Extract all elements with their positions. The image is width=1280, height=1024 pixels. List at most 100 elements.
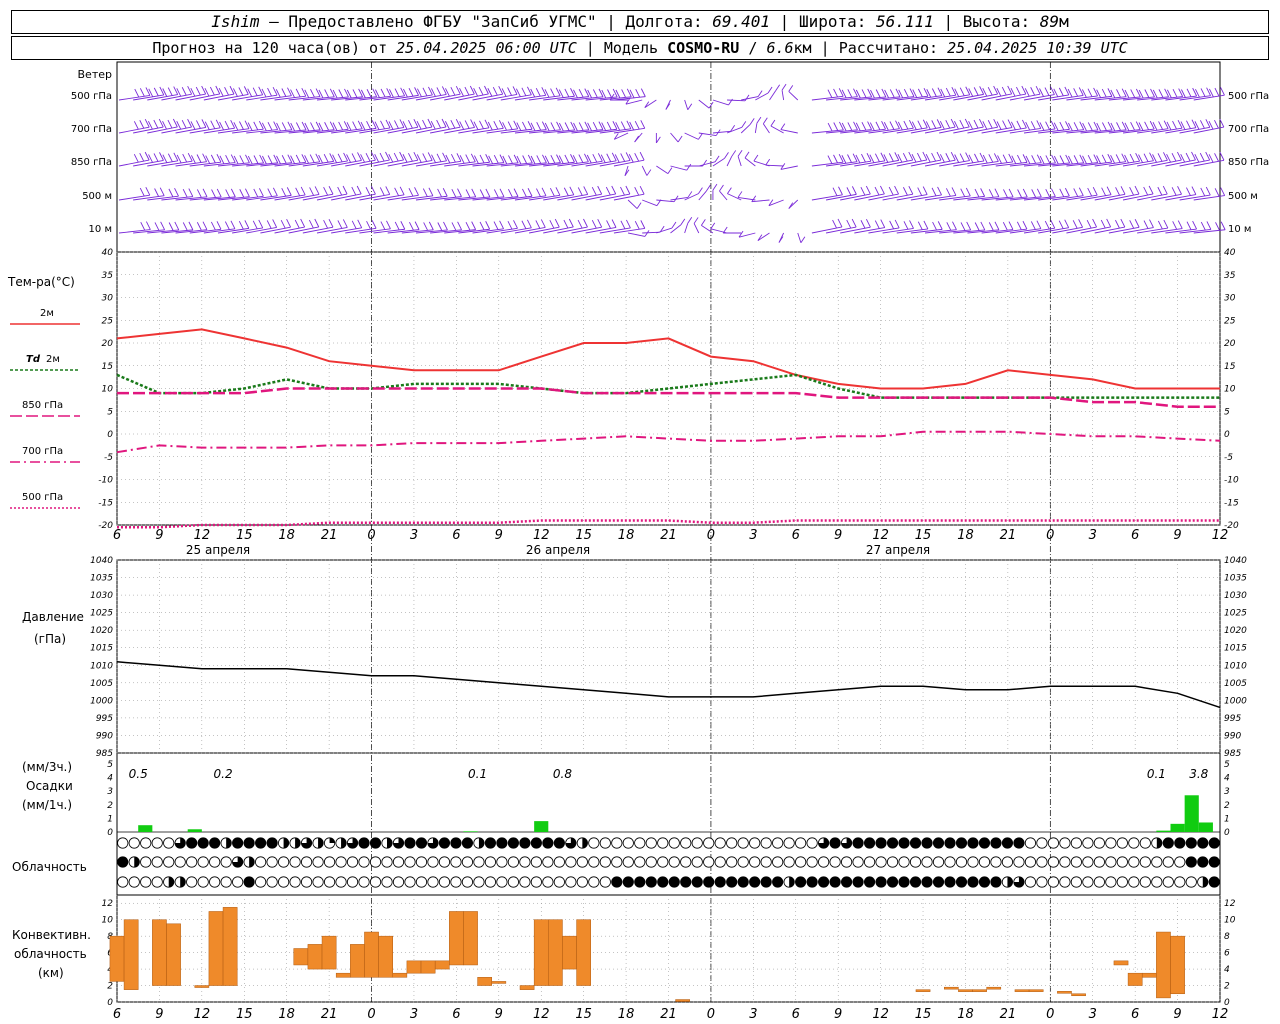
pressure-y-tick: 995: [96, 714, 113, 724]
temp-y-tick: 20: [102, 339, 114, 349]
wind-barb-tick: [499, 220, 504, 229]
wind-barb-tick: [945, 153, 951, 162]
wind-barb-tick: [408, 88, 414, 97]
x-tick-label: 18: [957, 1007, 974, 1022]
conv-cloud-bar: [166, 923, 181, 986]
wind-barb-tick: [365, 186, 371, 196]
cloud-symbol: [484, 856, 497, 868]
wind-barb-tick: [507, 220, 513, 230]
wind-barb: [557, 226, 588, 234]
wind-barb-tick: [1030, 221, 1036, 230]
cloud-symbol: [978, 837, 991, 849]
cloud-symbol: [1128, 837, 1140, 849]
wind-barb-tick: [133, 121, 139, 130]
cloud-symbol: [726, 837, 738, 849]
wind-barb-tick: [536, 122, 542, 131]
wind-barb-tick: [238, 221, 244, 230]
wind-barb-tick: [356, 185, 362, 195]
precip-y-tick: 0: [107, 828, 113, 838]
wind-barb-tick: [1011, 155, 1017, 164]
wind-barb: [359, 228, 391, 234]
cloud-symbol: [346, 876, 359, 888]
cloud-symbol: [128, 837, 140, 849]
wind-barb: [599, 227, 631, 234]
cloud-symbol: [186, 876, 198, 888]
pressure-y-tick: 1000: [1224, 696, 1247, 706]
wind-barb-tick: [909, 220, 914, 229]
wind-barb-tick: [1121, 153, 1127, 162]
wind-barb: [788, 91, 799, 101]
wind-barb-tick: [522, 121, 527, 131]
conv-cloud-bar: [392, 972, 408, 978]
wind-barb-tick: [950, 152, 956, 161]
x-tick-label: 9: [495, 528, 503, 543]
wind-barb: [896, 194, 928, 201]
wind-barb-tick: [1044, 220, 1050, 230]
precip-y-tick: 4: [107, 774, 113, 784]
wind-barb-tick: [555, 87, 561, 97]
wind-barb-tick: [1073, 155, 1079, 164]
cloud-symbol-fill: [478, 837, 485, 849]
wind-barb-tick: [437, 222, 443, 231]
wind-barb-tick: [414, 187, 419, 196]
wind-barb-tick: [1001, 86, 1007, 96]
wind-barb: [762, 123, 770, 134]
wind-barb-tick: [470, 119, 476, 128]
wind-barb-tick: [640, 120, 646, 129]
cloud-symbol: [197, 876, 209, 888]
wind-barb-tick: [965, 152, 971, 161]
wind-barb-tick: [394, 120, 399, 129]
wind-barb-tick: [1058, 87, 1064, 97]
wind-barb-tick: [541, 187, 547, 196]
wind-barb: [684, 132, 699, 140]
wind-barb: [260, 95, 292, 101]
wind-barb: [613, 227, 645, 234]
precip-unit-3h: (мм/3ч.): [22, 760, 72, 774]
cloud-symbol: [691, 876, 703, 888]
cloud-symbol: [1013, 837, 1025, 849]
wind-barb-tick: [522, 188, 527, 198]
precip-bar: [1156, 830, 1171, 832]
x-tick-label: 15: [575, 1007, 592, 1022]
wind-barb-tick: [549, 219, 555, 229]
cloud-symbol: [726, 876, 738, 888]
wind-barb-tick: [1025, 121, 1031, 131]
wind-barb-tick: [1036, 120, 1042, 129]
wind-barb-tick: [756, 116, 762, 124]
conv-cloud-bar: [449, 911, 464, 966]
x-tick-label: 6: [452, 1007, 460, 1022]
wind-barb: [274, 226, 305, 234]
wind-barb-tick: [428, 221, 434, 231]
wind-barb-tick: [1208, 121, 1214, 130]
wind-barb-tick: [1171, 187, 1177, 196]
wind-barb: [401, 195, 433, 201]
cloud-symbol: [645, 876, 657, 888]
cloud-symbol-fill: [283, 837, 289, 849]
wind-barb-tick: [258, 219, 264, 229]
wind-barb-tick: [861, 153, 866, 163]
wind-barb-tick: [800, 236, 806, 243]
wind-barb-tick: [1036, 154, 1042, 163]
x-tick-label: 6: [792, 528, 800, 543]
wind-barb-tick: [314, 186, 320, 195]
legend-td-label: Td 2м: [26, 354, 60, 365]
cloud-symbol: [634, 856, 646, 868]
conv-y-tick: 12: [102, 899, 114, 909]
wind-barb-tick: [1008, 188, 1014, 198]
cloud-symbol: [507, 876, 519, 888]
wind-barb-tick: [968, 120, 973, 130]
wind-barb-tick: [644, 230, 650, 237]
wind-barb-tick: [158, 118, 164, 128]
wind-barb-tick: [450, 153, 456, 163]
wind-barb: [1179, 194, 1211, 201]
wind-barb-tick: [959, 119, 965, 129]
cloud-symbol: [760, 876, 772, 888]
wind-barb-tick: [1205, 151, 1211, 161]
wind-barb-tick: [513, 154, 519, 164]
legend-td-b: 2м: [46, 354, 60, 365]
cloud-symbol: [197, 837, 209, 849]
wind-barb-tick: [959, 153, 965, 162]
wind-barb-tick: [931, 88, 937, 97]
cloud-symbol: [576, 876, 588, 888]
cloud-symbol: [680, 837, 692, 849]
